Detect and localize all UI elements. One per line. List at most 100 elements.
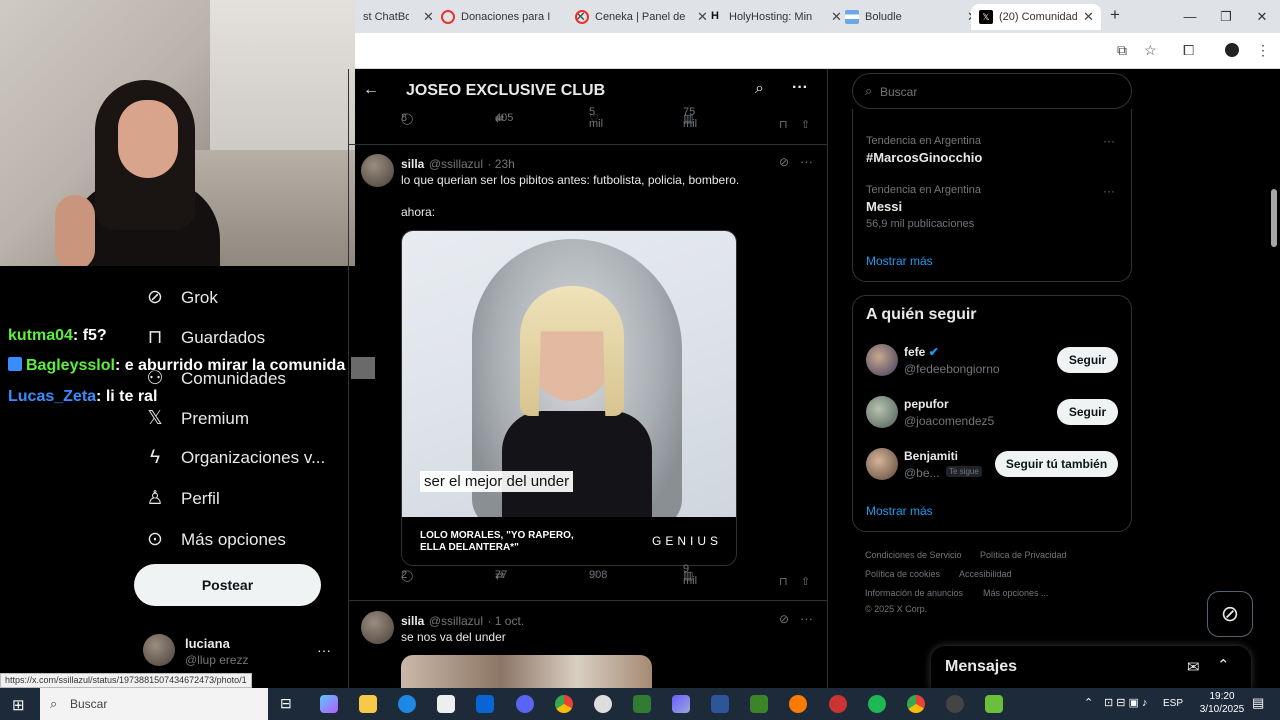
avatar[interactable]: [866, 396, 898, 428]
back-arrow-icon[interactable]: ←: [363, 81, 379, 99]
browser-tab[interactable]: Boludle ✕: [837, 4, 978, 30]
browser-tab-active[interactable]: 𝕏 (20) Comunidad J ✕: [971, 4, 1101, 30]
more-icon[interactable]: ···: [1103, 134, 1115, 148]
messages-drawer[interactable]: Mensajes ✉ ⌃: [931, 646, 1251, 688]
avatar[interactable]: [361, 611, 394, 644]
trend-item[interactable]: #MarcosGinocchio: [866, 150, 982, 165]
more-icon[interactable]: ···: [800, 611, 813, 626]
footer-link[interactable]: Política de Privacidad: [980, 550, 1067, 560]
close-icon[interactable]: ✕: [1083, 9, 1094, 25]
share-icon[interactable]: ⇧: [801, 118, 810, 131]
taskbar-search[interactable]: ⌕ Buscar: [40, 688, 268, 720]
avatar[interactable]: [866, 344, 898, 376]
follow-button[interactable]: Seguir: [1057, 399, 1118, 425]
more-icon[interactable]: ···: [792, 79, 808, 97]
profile-avatar-icon[interactable]: [1225, 43, 1239, 57]
scrollbar[interactable]: [1268, 69, 1280, 688]
grok-icon[interactable]: ⊘: [779, 155, 789, 169]
discord-icon[interactable]: [516, 695, 534, 713]
task-view-icon[interactable]: ⊟: [280, 695, 292, 712]
app-icon[interactable]: [633, 695, 651, 713]
edge-icon[interactable]: [398, 695, 416, 713]
more-icon[interactable]: ···: [1103, 184, 1115, 198]
post-time[interactable]: · 23h: [487, 157, 514, 171]
browser-tab[interactable]: st ChatBot ✕: [355, 4, 434, 30]
minecraft-icon[interactable]: [750, 695, 768, 713]
post-button[interactable]: Postear: [134, 564, 321, 606]
footer-link[interactable]: Accesibilidad: [959, 569, 1012, 579]
footer-link[interactable]: Más opciones ...: [983, 588, 1049, 598]
notifications-icon[interactable]: ▤: [1252, 695, 1264, 711]
footer-link[interactable]: Condiciones de Servicio: [865, 550, 962, 560]
share-icon[interactable]: ⇧: [801, 575, 810, 588]
post-media[interactable]: ser el mejor del under LOLO MORALES, "YO…: [401, 230, 737, 566]
app-icon[interactable]: [789, 695, 807, 713]
clock-date[interactable]: 3/10/2025: [1195, 704, 1249, 715]
clock-time[interactable]: 19:20: [1200, 691, 1244, 702]
author-name[interactable]: silla: [401, 157, 424, 171]
nav-item-organizations[interactable]: ϟ Organizaciones v...: [144, 447, 325, 469]
browser-tab[interactable]: H HolyHosting: Min ✕: [703, 4, 842, 30]
author-name[interactable]: silla: [401, 614, 424, 628]
word-icon[interactable]: [711, 695, 729, 713]
search-input[interactable]: ⌕ Buscar: [852, 73, 1132, 109]
minimize-button[interactable]: —: [1172, 0, 1208, 33]
more-icon[interactable]: ···: [800, 154, 813, 169]
language-indicator[interactable]: ESP: [1163, 698, 1183, 709]
nav-item-grok[interactable]: ⊘ Grok: [144, 286, 218, 309]
author-handle[interactable]: @ssillazul: [429, 157, 483, 171]
tray-chevron-icon[interactable]: ⌃: [1084, 696, 1093, 709]
bookmark-icon[interactable]: ⊓: [779, 575, 788, 588]
spotify-icon[interactable]: [868, 695, 886, 713]
close-window-button[interactable]: ✕: [1244, 0, 1280, 33]
wordpad-icon[interactable]: [594, 695, 612, 713]
post-media[interactable]: [401, 655, 652, 688]
extensions-icon[interactable]: ⧠: [1183, 42, 1194, 59]
nav-item-more-options[interactable]: ⊙ Más opciones: [144, 528, 286, 551]
more-icon[interactable]: ···: [317, 642, 331, 658]
new-message-icon[interactable]: ✉: [1187, 658, 1200, 676]
nav-item-premium[interactable]: 𝕏 Premium: [144, 407, 249, 430]
footer-link[interactable]: Información de anuncios: [865, 588, 963, 598]
obs-icon[interactable]: [829, 695, 847, 713]
app-icon[interactable]: [672, 695, 690, 713]
follow-back-button[interactable]: Seguir tú también: [995, 451, 1118, 477]
expand-icon[interactable]: ⌃: [1217, 656, 1230, 674]
trend-item[interactable]: Messi: [866, 199, 902, 214]
post-time[interactable]: · 1 oct.: [487, 614, 524, 628]
avatar[interactable]: [866, 448, 898, 480]
windows-start-icon[interactable]: ⊞: [12, 696, 25, 714]
browser-tab[interactable]: Donaciones para I ✕: [433, 4, 586, 30]
show-more-link[interactable]: Mostrar más: [866, 254, 933, 268]
search-icon[interactable]: ⌕: [755, 80, 764, 98]
follow-name[interactable]: Benjamiti: [904, 449, 958, 463]
bookmark-icon[interactable]: ⊓: [779, 118, 788, 131]
new-tab-button[interactable]: +: [1110, 5, 1120, 25]
author-handle[interactable]: @ssillazul: [429, 614, 483, 628]
follow-name[interactable]: pepufor: [904, 397, 949, 411]
chrome-active-icon[interactable]: [907, 695, 925, 713]
app-icon[interactable]: [946, 695, 964, 713]
account-switcher[interactable]: luciana @llup erezz ···: [143, 634, 343, 674]
copilot-icon[interactable]: [320, 695, 338, 713]
grok-icon[interactable]: ⊘: [779, 612, 789, 626]
tray-icons[interactable]: ⊡ ⊟ ▣ ♪: [1104, 696, 1148, 709]
footer-link[interactable]: Política de cookies: [865, 569, 940, 579]
store-icon[interactable]: [437, 695, 455, 713]
nav-item-profile[interactable]: ♙ Perfil: [144, 487, 219, 510]
avatar[interactable]: [361, 154, 394, 187]
follow-name[interactable]: fefe ✔: [904, 345, 939, 359]
browser-tab[interactable]: Ceneka | Panel de ✕: [567, 4, 708, 30]
bookmark-star-icon[interactable]: ☆: [1144, 42, 1157, 59]
grok-floating-button[interactable]: ⊘: [1207, 591, 1253, 637]
scroll-thumb[interactable]: [1271, 189, 1277, 247]
follow-button[interactable]: Seguir: [1057, 347, 1118, 373]
file-explorer-icon[interactable]: [359, 695, 377, 713]
maximize-button[interactable]: ❐: [1208, 0, 1244, 33]
outlook-icon[interactable]: [476, 695, 494, 713]
show-more-link[interactable]: Mostrar más: [866, 504, 933, 518]
browser-menu-icon[interactable]: ⋮: [1256, 42, 1270, 59]
install-app-icon[interactable]: ⧉: [1117, 42, 1127, 59]
nav-item-bookmarks[interactable]: ⊓ Guardados: [144, 326, 266, 349]
app-icon[interactable]: [985, 695, 1003, 713]
